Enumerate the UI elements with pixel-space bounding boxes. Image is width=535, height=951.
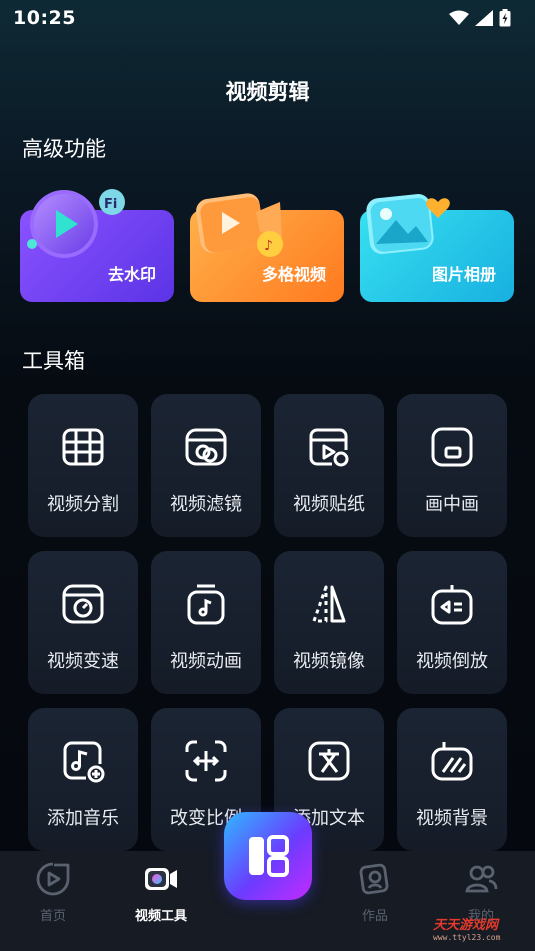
remove-watermark-label: 去水印: [107, 265, 156, 284]
tab-label: 首页: [39, 909, 66, 924]
filter-icon: [185, 428, 227, 466]
tool-label: 视频分割: [47, 494, 119, 515]
aspect-ratio-icon: [185, 740, 227, 782]
mirror-icon: [312, 585, 346, 623]
watermark-url: www.ttyl23.com: [433, 933, 501, 942]
svg-text:♪: ♪: [264, 238, 273, 254]
add-text-icon: [308, 741, 350, 781]
watermark-text: 天天游戏网: [433, 918, 499, 933]
film-split-icon: [62, 428, 104, 466]
remove-watermark-card[interactable]: Fi 去水印: [20, 189, 174, 302]
signal-icon: [475, 10, 493, 26]
toolbox-section-title: 工具箱: [22, 349, 85, 373]
profile-icon: [465, 865, 498, 893]
photo-album-label: 图片相册: [431, 265, 496, 284]
tab-label: 视频工具: [134, 909, 187, 924]
premium-section-title: 高级功能: [22, 137, 106, 161]
multi-grid-video-label: 多格视频: [261, 265, 326, 284]
animation-icon: [187, 584, 225, 625]
photo-album-icon: [362, 190, 454, 270]
reverse-icon: [431, 585, 473, 625]
tool-label: 视频滤镜: [170, 494, 242, 515]
speed-icon: [62, 584, 104, 624]
battery-icon: [499, 9, 511, 27]
tool-label: 视频镜像: [293, 651, 365, 672]
page-title: 视频剪辑: [225, 80, 310, 104]
status-icons: [449, 9, 511, 27]
picture-in-picture-icon: [431, 427, 473, 467]
status-time: 10:25: [13, 7, 76, 29]
tool-label: 视频倒放: [416, 651, 488, 672]
tool-add-music[interactable]: 添加音乐: [28, 708, 138, 851]
tool-video-background[interactable]: 视频背景: [397, 708, 507, 851]
tab-video-tools[interactable]: 视频工具: [116, 861, 206, 924]
tool-video-filter[interactable]: 视频滤镜: [151, 394, 261, 537]
site-watermark: 天天游戏网 www.ttyl23.com: [433, 908, 533, 948]
photo-album-card[interactable]: 图片相册: [360, 193, 514, 302]
tool-label: 画中画: [425, 494, 479, 515]
tool-label: 视频动画: [170, 651, 242, 672]
sticker-icon: [309, 428, 349, 467]
works-icon: [359, 863, 389, 895]
home-play-icon: [36, 862, 70, 896]
tab-home[interactable]: 首页: [8, 861, 98, 924]
tool-video-speed[interactable]: 视频变速: [28, 551, 138, 694]
video-tool-icon: [145, 868, 177, 890]
tool-video-reverse[interactable]: 视频倒放: [397, 551, 507, 694]
tool-label: 视频贴纸: [293, 494, 365, 515]
status-bar: 10:25: [0, 0, 535, 36]
tool-label: 添加音乐: [47, 808, 119, 829]
tool-video-sticker[interactable]: 视频贴纸: [274, 394, 384, 537]
multi-grid-video-card[interactable]: ♪ 多格视频: [190, 193, 344, 302]
tab-label: 作品: [361, 909, 388, 924]
tool-video-mirror[interactable]: 视频镜像: [274, 551, 384, 694]
video-camera-icon: ♪: [194, 190, 290, 270]
tool-picture-in-picture[interactable]: 画中画: [397, 394, 507, 537]
layout-icon: [249, 835, 289, 877]
tab-works[interactable]: 作品: [330, 861, 420, 924]
wifi-icon: [449, 10, 469, 25]
tool-video-split[interactable]: 视频分割: [28, 394, 138, 537]
play-bubble-icon: Fi: [26, 188, 130, 272]
svg-text:Fi: Fi: [104, 197, 117, 212]
create-fab-button[interactable]: [224, 812, 312, 900]
add-music-icon: [63, 741, 105, 783]
tool-label: 视频变速: [47, 651, 119, 672]
tool-label: 视频背景: [416, 808, 488, 829]
tool-video-animation[interactable]: 视频动画: [151, 551, 261, 694]
background-icon: [431, 742, 473, 781]
